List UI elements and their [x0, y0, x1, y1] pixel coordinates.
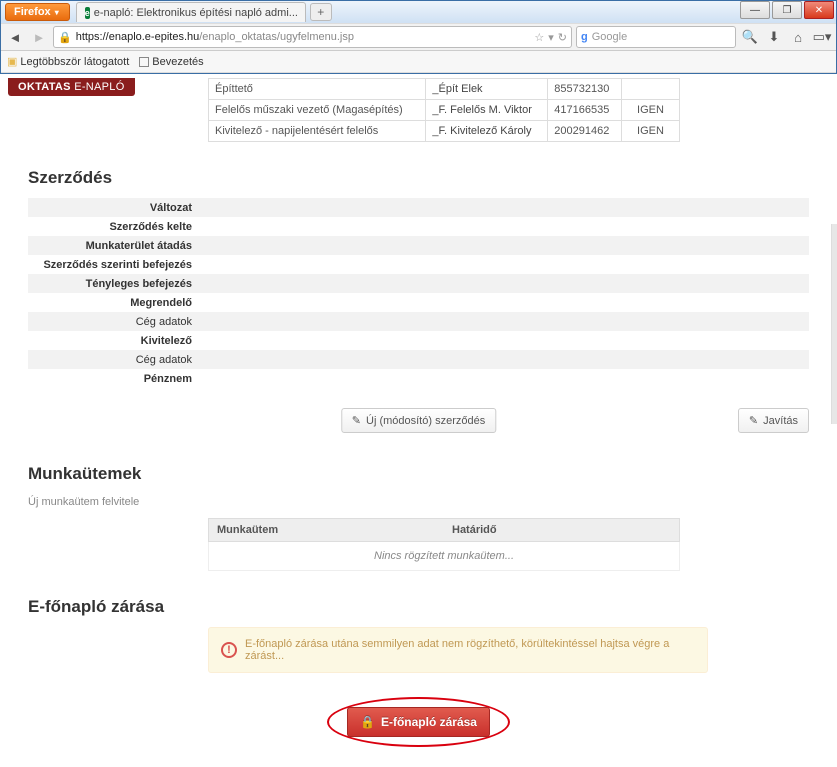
bookmark-intro[interactable]: Bevezetés [139, 56, 203, 68]
contract-row: Szerződés szerinti befejezés [28, 255, 809, 274]
bookmarks-dropdown-icon[interactable]: ▭▾ [812, 27, 832, 47]
brand-badge: OKTATAS E-NAPLÓ [8, 78, 135, 96]
add-workitem-link[interactable]: Új munkaütem felvitele [28, 496, 139, 508]
id-cell: 855732130 [548, 79, 622, 100]
scrollbar[interactable] [831, 224, 837, 424]
search-input[interactable]: g Google [576, 26, 736, 48]
dropdown-icon[interactable]: ▾ [548, 31, 554, 44]
edit-icon: ✎ [352, 414, 361, 427]
firefox-menu-button[interactable]: Firefox ▾ [5, 3, 70, 21]
checkbox-icon [139, 57, 149, 67]
new-tab-button[interactable]: + [310, 3, 332, 21]
browser-tab[interactable]: e e-napló: Elektronikus építési napló ad… [76, 2, 306, 22]
table-row: Építtető_Épít Elek855732130 [209, 79, 680, 100]
edit-button[interactable]: ✎ Javítás [738, 408, 809, 433]
close-log-button[interactable]: 🔒 E-főnapló zárása [347, 707, 490, 737]
contract-label: Tényleges befejezés [28, 278, 206, 290]
highlight-ellipse: 🔒 E-főnapló zárása [327, 697, 510, 747]
contract-label: Változat [28, 202, 206, 214]
id-cell: 200291462 [548, 121, 622, 142]
contract-label: Pénznem [28, 373, 206, 385]
contract-row: Cég adatok [28, 350, 809, 369]
table-row: Felelős műszaki vezető (Magasépítés)_F. … [209, 100, 680, 121]
name-cell: _F. Felelős M. Viktor [426, 100, 548, 121]
window-maximize-button[interactable]: ❐ [772, 1, 802, 19]
close-warning-text: E-főnapló zárása utána semmilyen adat ne… [245, 638, 695, 662]
workitems-header-row: Munkaütem Határidő [208, 518, 680, 542]
search-placeholder: Google [592, 31, 627, 43]
new-contract-button[interactable]: ✎ Új (módosító) szerződés [341, 408, 496, 433]
url-bar[interactable]: 🔒 https://enaplo.e-epites.hu/enaplo_okta… [53, 26, 572, 48]
close-heading: E-főnapló zárása [28, 597, 809, 617]
role-cell: Kivitelező - napijelentésért felelős [209, 121, 426, 142]
flag-cell: IGEN [622, 121, 680, 142]
flag-cell: IGEN [622, 100, 680, 121]
role-cell: Felelős műszaki vezető (Magasépítés) [209, 100, 426, 121]
bookmark-most-visited[interactable]: ▣ Legtöbbször látogatott [7, 55, 129, 68]
table-row: Kivitelező - napijelentésért felelős_F. … [209, 121, 680, 142]
contract-label: Szerződés kelte [28, 221, 206, 233]
contract-row: Pénznem [28, 369, 809, 388]
workitems-empty: Nincs rögzített munkaütem... [208, 542, 680, 571]
close-warning-alert: ! E-főnapló zárása utána semmilyen adat … [208, 627, 708, 673]
folder-icon: ▣ [7, 55, 17, 68]
role-cell: Építtető [209, 79, 426, 100]
contract-row: Munkaterület átadás [28, 236, 809, 255]
roles-table: Építtető_Épít Elek855732130Felelős műsza… [208, 78, 680, 142]
forward-button: ► [29, 27, 49, 47]
back-button[interactable]: ◄ [5, 27, 25, 47]
contract-row: Megrendelő [28, 293, 809, 312]
contract-label: Kivitelező [28, 335, 206, 347]
search-go-icon[interactable]: 🔍 [740, 27, 760, 47]
contract-row: Szerződés kelte [28, 217, 809, 236]
lock-icon: 🔒 [58, 31, 72, 44]
contract-label: Megrendelő [28, 297, 206, 309]
reload-icon[interactable]: ↻ [558, 31, 567, 44]
contract-label: Cég adatok [28, 316, 206, 328]
pencil-icon: ✎ [749, 414, 758, 427]
id-cell: 417166535 [548, 100, 622, 121]
contract-row: Változat [28, 198, 809, 217]
window-close-button[interactable]: ✕ [804, 1, 834, 19]
name-cell: _Épít Elek [426, 79, 548, 100]
tab-title: e-napló: Elektronikus építési napló admi… [94, 7, 298, 19]
window-minimize-button[interactable]: — [740, 1, 770, 19]
firefox-label: Firefox [14, 6, 51, 18]
lock-icon: 🔒 [360, 715, 375, 729]
site-favicon-icon: e [85, 7, 90, 19]
warning-icon: ! [221, 642, 237, 658]
contract-label: Munkaterület átadás [28, 240, 206, 252]
flag-cell [622, 79, 680, 100]
contract-row: Cég adatok [28, 312, 809, 331]
home-icon[interactable]: ⌂ [788, 27, 808, 47]
col-workitem: Munkaütem [209, 519, 444, 541]
col-deadline: Határidő [444, 519, 679, 541]
chevron-down-icon: ▾ [55, 8, 59, 17]
name-cell: _F. Kivitelező Károly [426, 121, 548, 142]
contract-label: Szerződés szerinti befejezés [28, 259, 206, 271]
workitems-heading: Munkaütemek [28, 464, 809, 484]
url-path: /enaplo_oktatas/ugyfelmenu.jsp [199, 31, 354, 43]
star-icon[interactable]: ☆ [534, 31, 544, 44]
download-icon[interactable]: ⬇ [764, 27, 784, 47]
contract-label: Cég adatok [28, 354, 206, 366]
google-icon: g [581, 31, 588, 43]
contract-heading: Szerződés [28, 168, 809, 188]
contract-row: Tényleges befejezés [28, 274, 809, 293]
url-host: https://enaplo.e-epites.hu [76, 31, 200, 43]
contract-row: Kivitelező [28, 331, 809, 350]
